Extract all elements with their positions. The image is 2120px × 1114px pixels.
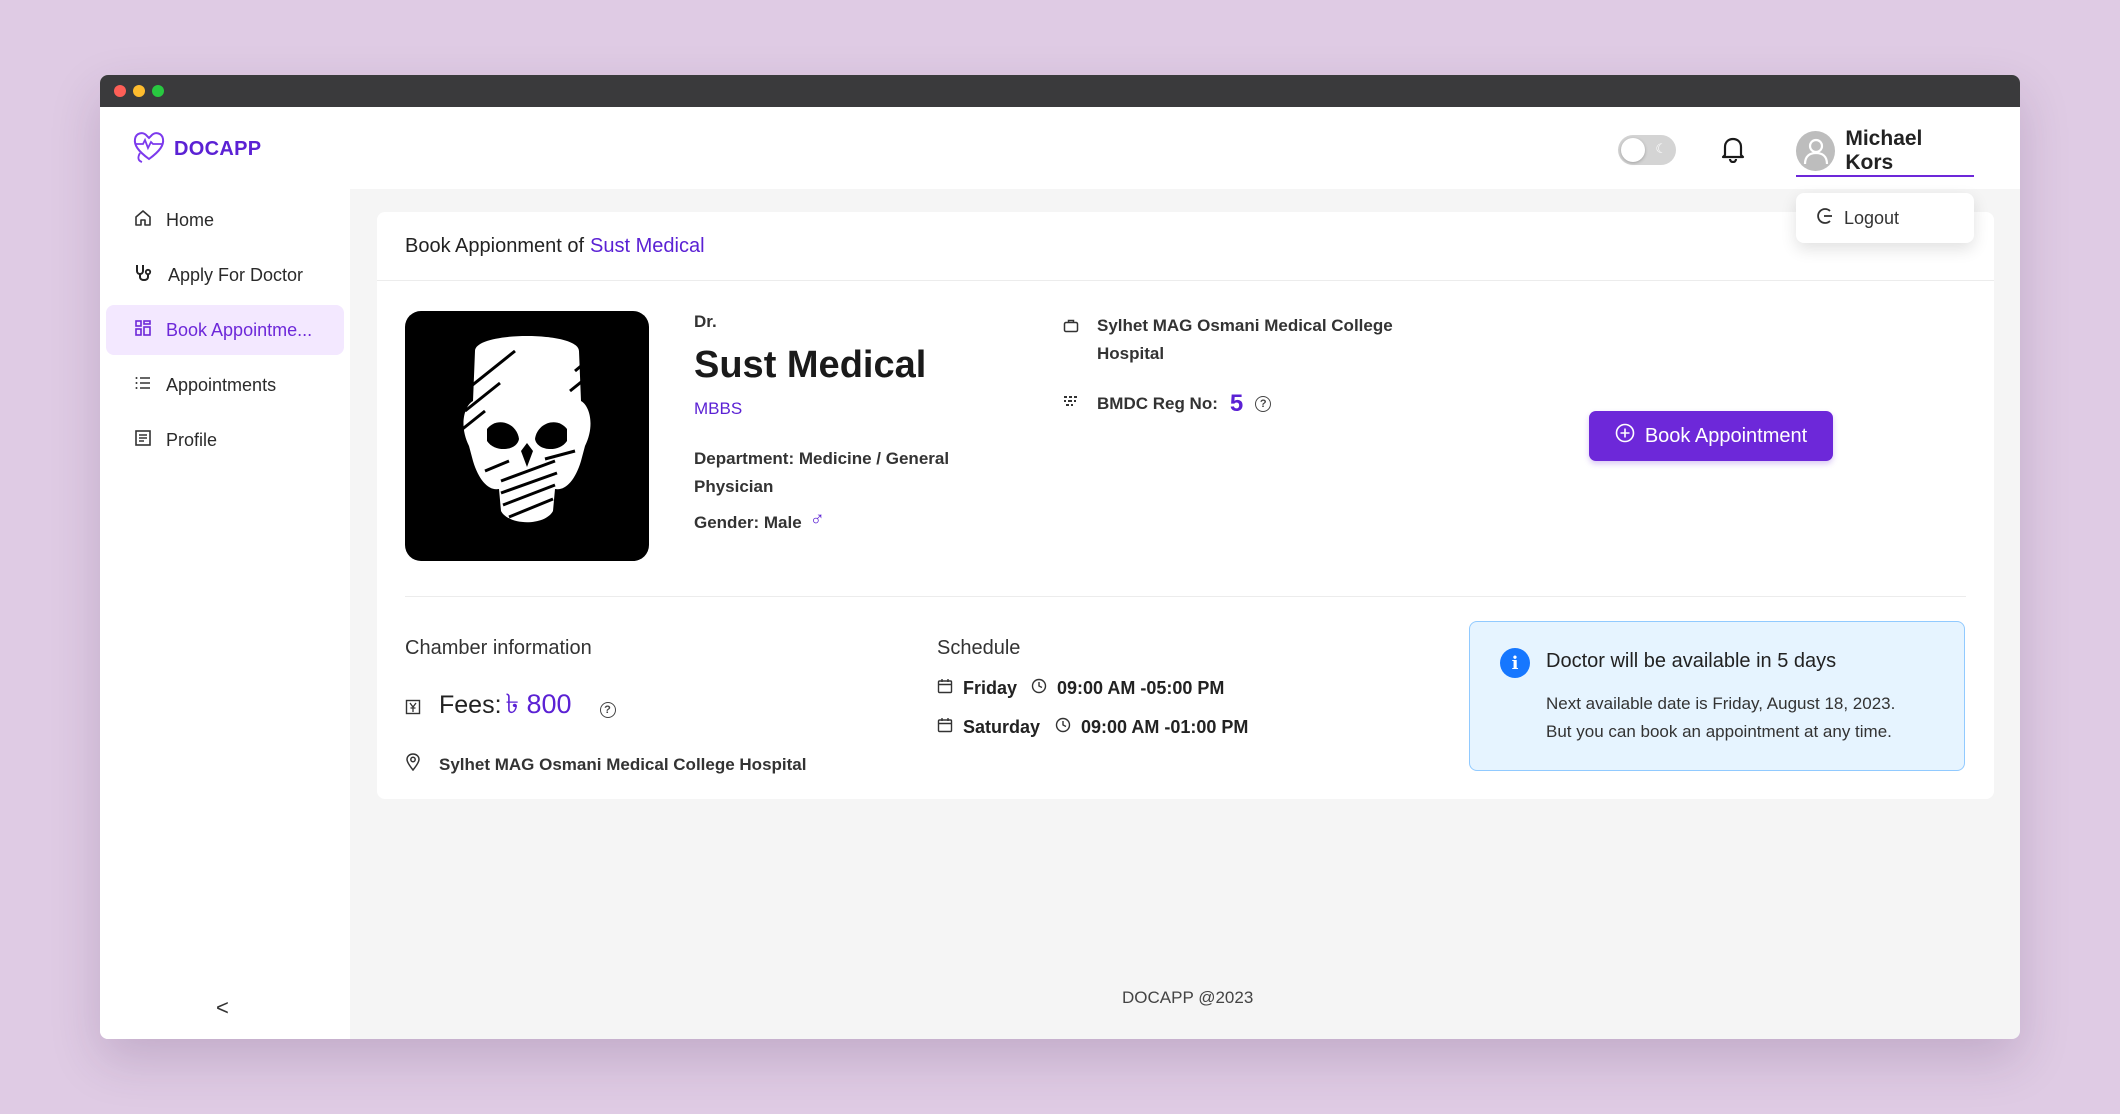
doctor-card: Book Appionment of Sust Medical Dr. Sust… <box>377 212 1994 799</box>
logout-menu-item[interactable]: Logout <box>1796 193 1974 243</box>
bmdc-row: BMDC Reg No: 5 ? <box>1063 390 1272 418</box>
schedule-time: 09:00 AM -05:00 PM <box>1057 678 1225 698</box>
avatar <box>1796 131 1836 171</box>
app-name: DOCAPP <box>174 138 262 160</box>
schedule-time: 09:00 AM -01:00 PM <box>1081 717 1249 737</box>
hospital-name: Sylhet MAG Osmani Medical College Hospit… <box>1097 316 1393 363</box>
plus-circle-icon <box>1615 423 1635 449</box>
doctor-prefix: Dr. <box>694 312 717 331</box>
user-menu[interactable]: Michael Kors <box>1796 127 1974 177</box>
user-name: Michael Kors <box>1845 127 1923 174</box>
doctor-gender: Gender: Male <box>694 513 802 532</box>
grid-icon <box>134 319 152 342</box>
schedule-section: Schedule Friday 09:00 AM -05:00 PM Satur… <box>937 637 1337 738</box>
top-header: DOCAPP ☾ Michael Kors <box>100 107 2020 189</box>
sidebar-item-apply-for-doctor[interactable]: Apply For Doctor <box>106 250 344 300</box>
profile-icon <box>134 429 152 452</box>
doctor-info: Dr. Sust Medical MBBS Department: Medici… <box>694 312 1004 533</box>
schedule-title: Schedule <box>937 637 1021 659</box>
male-icon: ♂ <box>809 507 825 530</box>
doctor-photo <box>405 311 649 561</box>
theme-toggle[interactable]: ☾ <box>1618 135 1676 165</box>
chamber-address: Sylhet MAG Osmani Medical College Hospit… <box>439 754 807 774</box>
availability-description: Next available date is Friday, August 18… <box>1546 690 1946 746</box>
briefcase-icon <box>1063 318 1079 368</box>
sidebar-item-label: Book Appointme... <box>166 319 313 340</box>
user-icon <box>1803 138 1828 165</box>
notification-bell-icon[interactable] <box>1720 135 1746 168</box>
fees-label: Fees: ৳ 800 <box>439 689 572 719</box>
bmdc-label: BMDC Reg No: <box>1097 394 1218 413</box>
minimize-window-button[interactable] <box>133 85 145 97</box>
money-icon <box>405 699 421 720</box>
schedule-day: Friday <box>963 678 1018 698</box>
footer: DOCAPP @2023 <box>1122 988 1254 1007</box>
stethoscope-icon <box>134 263 154 288</box>
chamber-section: Chamber information Fees: ৳ 800 ? Sylhet … <box>405 637 885 776</box>
toggle-knob <box>1621 138 1645 162</box>
bmdc-value: 5 <box>1229 390 1244 417</box>
schedule-day: Saturday <box>963 717 1041 737</box>
sidebar-item-label: Appointments <box>166 374 277 395</box>
schedule-row: Saturday 09:00 AM -01:00 PM <box>937 717 1337 738</box>
fees-row: Fees: ৳ 800 ? <box>405 684 885 729</box>
help-icon[interactable]: ? <box>1255 396 1272 412</box>
doctor-degree: MBBS <box>694 399 743 418</box>
doctor-department: Department: Medicine / General Physician <box>694 449 950 496</box>
chamber-title: Chamber information <box>405 637 592 659</box>
sidebar-item-label: Home <box>166 209 215 230</box>
card-title: Book Appionment of <box>405 234 585 257</box>
list-icon <box>134 374 152 397</box>
location-pin-icon <box>405 753 421 776</box>
calendar-icon <box>937 717 953 738</box>
skull-image <box>459 336 591 523</box>
book-appointment-label: Book Appointment <box>1644 424 1808 447</box>
book-appointment-button[interactable]: Book Appointment <box>1589 411 1833 461</box>
availability-alert: i Doctor will be available in 5 days Nex… <box>1469 621 1965 771</box>
availability-title: Doctor will be available in 5 days <box>1546 650 1837 672</box>
barcode-icon <box>1063 394 1079 415</box>
window-titlebar <box>100 75 2020 107</box>
card-header: Book Appionment of Sust Medical <box>377 212 1994 281</box>
fees-value: ৳ 800 <box>505 689 572 719</box>
availability-line-1: Next available date is Friday, August 18… <box>1546 694 1896 713</box>
heart-pulse-icon <box>132 129 166 170</box>
info-icon: i <box>1500 648 1530 678</box>
calendar-icon <box>937 678 953 699</box>
availability-line-2: But you can book an appointment at any t… <box>1546 722 1892 741</box>
doctor-gender-row: Gender: Male ♂ <box>694 508 1004 533</box>
logout-icon <box>1816 207 1834 230</box>
sidebar-item-home[interactable]: Home <box>106 195 344 245</box>
schedule-row: Friday 09:00 AM -05:00 PM <box>937 678 1337 699</box>
clock-icon <box>1031 678 1047 699</box>
section-divider <box>405 596 1966 597</box>
chamber-address-row: Sylhet MAG Osmani Medical College Hospit… <box>405 753 885 776</box>
doctor-name: Sust Medical <box>694 344 927 386</box>
card-title-doctor-name[interactable]: Sust Medical <box>590 235 705 258</box>
sidebar-item-label: Apply For Doctor <box>168 264 304 285</box>
sidebar-item-label: Profile <box>166 429 218 450</box>
sidebar: Home Apply For Doctor Book Appointme... … <box>100 189 350 1039</box>
clock-icon <box>1055 717 1071 738</box>
sidebar-item-book-appointment[interactable]: Book Appointme... <box>106 305 344 355</box>
home-icon <box>134 209 152 232</box>
fees-help-icon[interactable]: ? <box>599 701 616 718</box>
app-window: DOCAPP ☾ Michael Kors Logout Home Apply … <box>100 75 2020 1039</box>
logout-label: Logout <box>1844 207 1900 228</box>
app-logo[interactable]: DOCAPP <box>132 129 261 170</box>
close-window-button[interactable] <box>114 85 126 97</box>
sidebar-item-appointments[interactable]: Appointments <box>106 360 344 410</box>
maximize-window-button[interactable] <box>152 85 164 97</box>
collapse-sidebar-button[interactable]: < <box>216 995 229 1021</box>
sidebar-item-profile[interactable]: Profile <box>106 415 344 465</box>
hospital-row: Sylhet MAG Osmani Medical College Hospit… <box>1063 312 1423 368</box>
moon-icon: ☾ <box>1655 141 1667 156</box>
